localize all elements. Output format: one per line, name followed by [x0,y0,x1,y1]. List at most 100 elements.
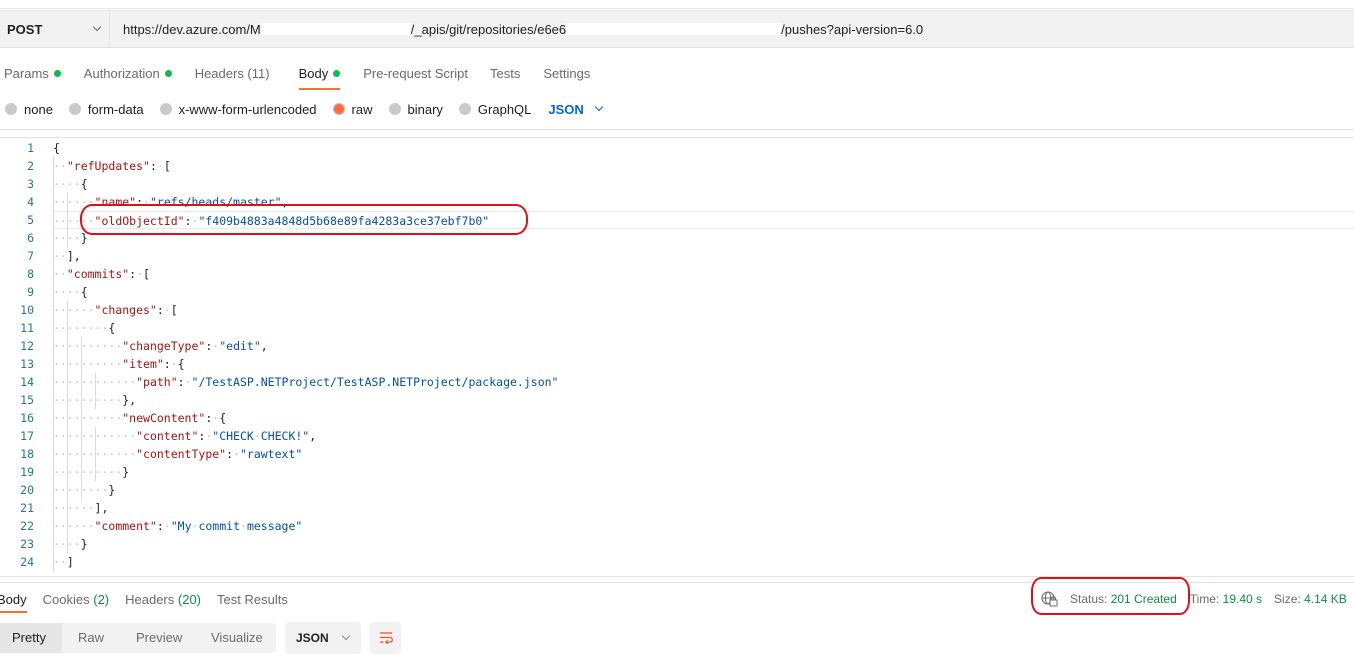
globe-lock-icon[interactable] [1040,590,1058,608]
code-line[interactable]: 4 ······"name":·"refs/heads/master", [0,193,1354,211]
radio-label: binary [407,101,443,117]
tab-tests[interactable]: Tests [490,56,520,90]
code-line[interactable]: 21 ······], [0,499,1354,517]
tab-label: Headers [125,592,175,607]
json-punctuation: : [177,375,185,389]
code-line[interactable]: 17 ············"content":·"CHECK·CHECK!", [0,427,1354,445]
view-pretty-button[interactable]: Pretty [0,623,62,653]
json-punctuation: · [136,267,144,281]
status-value[interactable]: 201 Created [1111,592,1177,606]
indent-whitespace: ······ [53,195,95,209]
view-mode-segmented-control: Pretty Raw Preview Visualize [0,623,276,653]
divider [0,576,1354,577]
indent-guide [95,427,96,481]
code-line[interactable]: 6 ····} [0,229,1354,247]
tab-pre-request-script[interactable]: Pre-request Script [363,56,468,90]
code-line[interactable]: 10 ······"changes":·[ [0,301,1354,319]
json-key: "comment" [94,519,157,533]
tab-body[interactable]: Body [298,56,341,90]
code-line[interactable]: 1{ [0,139,1354,157]
code-line[interactable]: 8 ··"commits":·[ [0,265,1354,283]
http-method-select[interactable]: POST [0,11,110,47]
view-raw-button[interactable]: Raw [62,623,124,653]
code-text: ····} [53,229,1354,247]
json-punctuation: · [163,303,171,317]
view-visualize-button[interactable]: Visualize [199,623,276,653]
code-line[interactable]: 18············"contentType":·"rawtext" [0,445,1354,463]
code-text: ····} [53,535,1354,553]
json-key: "newContent" [122,411,206,425]
json-key: "path" [136,375,178,389]
code-line[interactable]: 7 ··], [0,247,1354,265]
response-tab-test-results[interactable]: Test Results [217,584,288,613]
wrap-lines-button[interactable] [370,622,401,654]
indent-whitespace: ···· [53,285,81,299]
status-dot-icon [53,70,61,77]
response-tab-cookies[interactable]: Cookies (2) [43,584,109,613]
indent-whitespace: ·········· [53,411,123,425]
code-text: ····{ [53,283,1354,301]
json-punctuation: ], [66,249,81,263]
indent-whitespace: ·········· [53,393,123,407]
indent-whitespace: ·········· [53,357,123,371]
tab-authorization[interactable]: Authorization [84,56,172,90]
response-tabs: Body Cookies (2) Headers (20) Test Resul… [0,584,304,613]
tab-count: (2) [93,592,110,607]
code-line[interactable]: 3 ····{ [0,175,1354,193]
body-language-select[interactable]: JSON [548,102,604,117]
code-line[interactable]: 19 ··········} [0,463,1354,481]
radio-label: none [24,101,53,117]
time-label: Time: [1189,592,1220,606]
code-line[interactable]: 24 ··] [0,553,1354,571]
time-value[interactable]: 19.40 s [1223,592,1262,606]
response-tab-headers[interactable]: Headers (20) [125,584,201,613]
response-tab-body[interactable]: Body [0,584,27,613]
line-number: 11 [20,321,34,335]
code-line[interactable]: 20 ········} [0,481,1354,499]
json-punctuation: · [184,375,192,389]
code-line[interactable]: 14············"path":·"/TestASP.NETProje… [0,373,1354,391]
response-format-select[interactable]: JSON [285,622,361,654]
json-punctuation: : [184,214,192,228]
tab-headers[interactable]: Headers (11) [195,56,270,90]
code-line[interactable]: 13 ··········"item":·{ [0,355,1354,373]
json-string: "edit" [219,339,261,353]
code-line[interactable]: 11 ········{ [0,319,1354,337]
tab-label: Cookies [42,592,90,607]
radio-label: form-data [87,101,144,117]
code-line[interactable]: 9 ····{ [0,283,1354,301]
tab-params[interactable]: Params [4,56,61,90]
line-number: 10 [20,303,34,317]
radio-icon [388,103,401,115]
view-preview-button[interactable]: Preview [124,623,199,653]
code-line[interactable]: 22 ······"comment":·"My·commit·message" [0,517,1354,535]
code-line[interactable]: 16 ··········"newContent":·{ [0,409,1354,427]
code-line[interactable]: 2 ··"refUpdates":·[ [0,157,1354,175]
tab-label: Tests [490,66,521,81]
line-number: 6 [27,231,34,245]
radio-graphql[interactable]: GraphQL [458,102,531,117]
code-line[interactable]: 5 ······"oldObjectId":·"f409b4883a4848d5b… [0,211,1354,229]
code-line[interactable]: 15 ··········}, [0,391,1354,409]
line-number: 20 [20,483,34,497]
radio-raw[interactable]: raw [332,101,373,117]
radio-none[interactable]: none [5,102,53,117]
size-value[interactable]: 4.14 KB [1304,592,1347,606]
tab-label: Authorization [83,66,160,81]
json-string: "rawtext" [239,447,303,461]
tab-label: Pre-request Script [363,66,468,81]
json-string: "CHECK·CHECK!" [212,429,310,443]
tab-settings[interactable]: Settings [543,56,590,90]
radio-label: x-www-form-urlencoded [178,101,317,117]
code-line[interactable]: 12 ··········"changeType":·"edit", [0,337,1354,355]
tab-label: Body [298,66,329,81]
radio-x-www-form-urlencoded[interactable]: x-www-form-urlencoded [159,101,317,117]
code-line[interactable]: 23 ····} [0,535,1354,553]
request-body-editor[interactable]: 1{2 ··"refUpdates":·[3 ····{4 ······"name":… [0,139,1354,576]
indent-guide [67,301,68,553]
radio-form-data[interactable]: form-data [68,101,144,117]
request-url-input[interactable]: https://dev.azure.com/M /_apis/git/reposi… [110,11,1354,47]
line-number: 13 [20,357,34,371]
radio-label: raw [351,101,373,117]
radio-binary[interactable]: binary [388,101,443,117]
